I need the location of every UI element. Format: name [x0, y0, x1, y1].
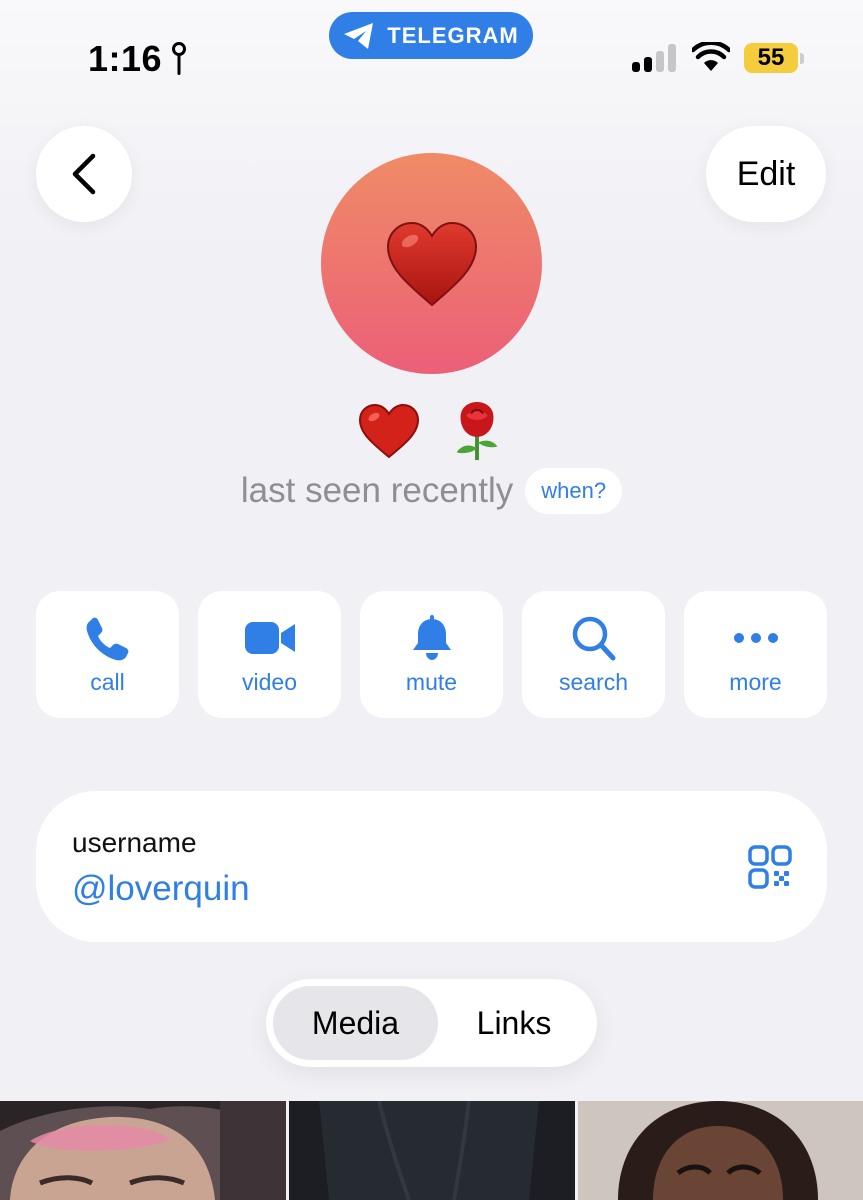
profile-avatar[interactable] [321, 153, 542, 374]
media-thumbnail[interactable] [0, 1101, 286, 1200]
call-button[interactable]: call [36, 591, 179, 718]
battery-indicator: 55 [744, 43, 798, 73]
search-icon [572, 616, 615, 661]
qr-code-icon[interactable] [748, 845, 792, 889]
photo-thumbnail-image [578, 1101, 863, 1200]
search-button[interactable]: search [522, 591, 665, 718]
username-card[interactable]: username @loverquin [36, 791, 827, 942]
more-label: more [729, 669, 782, 695]
media-tabs: Media Links [266, 979, 597, 1067]
edit-button[interactable]: Edit [706, 126, 826, 222]
username-value[interactable]: @loverquin [72, 869, 250, 909]
video-label: video [242, 669, 297, 695]
video-button[interactable]: video [198, 591, 341, 718]
heart-icon [386, 221, 477, 306]
telegram-pill-label: TELEGRAM [387, 22, 519, 48]
location-pin-icon [172, 42, 187, 75]
action-buttons: call video mute search more [36, 591, 827, 718]
photo-thumbnail-image [289, 1101, 575, 1200]
tab-media[interactable]: Media [273, 986, 438, 1060]
rose-icon [456, 401, 497, 461]
chevron-left-icon [72, 153, 96, 195]
wifi-icon [692, 42, 730, 71]
telegram-plane-icon [344, 22, 374, 49]
search-label: search [558, 669, 629, 695]
video-camera-icon [244, 622, 295, 654]
profile-name [0, 398, 863, 464]
battery-level: 55 [757, 44, 785, 71]
when-button[interactable]: when? [525, 468, 623, 514]
media-thumbnail[interactable] [578, 1101, 863, 1200]
bell-icon [412, 615, 451, 660]
username-label: username [72, 827, 197, 858]
phone-icon [86, 617, 128, 661]
last-seen-text: last seen recently [240, 471, 514, 510]
mute-button[interactable]: mute [360, 591, 503, 718]
ellipsis-icon [733, 633, 778, 643]
back-button[interactable] [36, 126, 132, 222]
telegram-return-pill[interactable]: TELEGRAM [329, 12, 533, 59]
status-time: 1:16 [88, 38, 187, 80]
call-label: call [90, 669, 125, 695]
status-time-text: 1:16 [88, 38, 163, 79]
tab-links[interactable]: Links [438, 986, 590, 1060]
cellular-signal-icon [632, 44, 676, 72]
red-heart-icon [358, 403, 419, 459]
battery-tip [800, 53, 804, 64]
presence-row: last seen recently when? [0, 468, 863, 514]
media-thumbnail[interactable] [289, 1101, 575, 1200]
more-button[interactable]: more [684, 591, 827, 718]
mute-label: mute [405, 669, 458, 695]
photo-thumbnail-image [0, 1101, 286, 1200]
